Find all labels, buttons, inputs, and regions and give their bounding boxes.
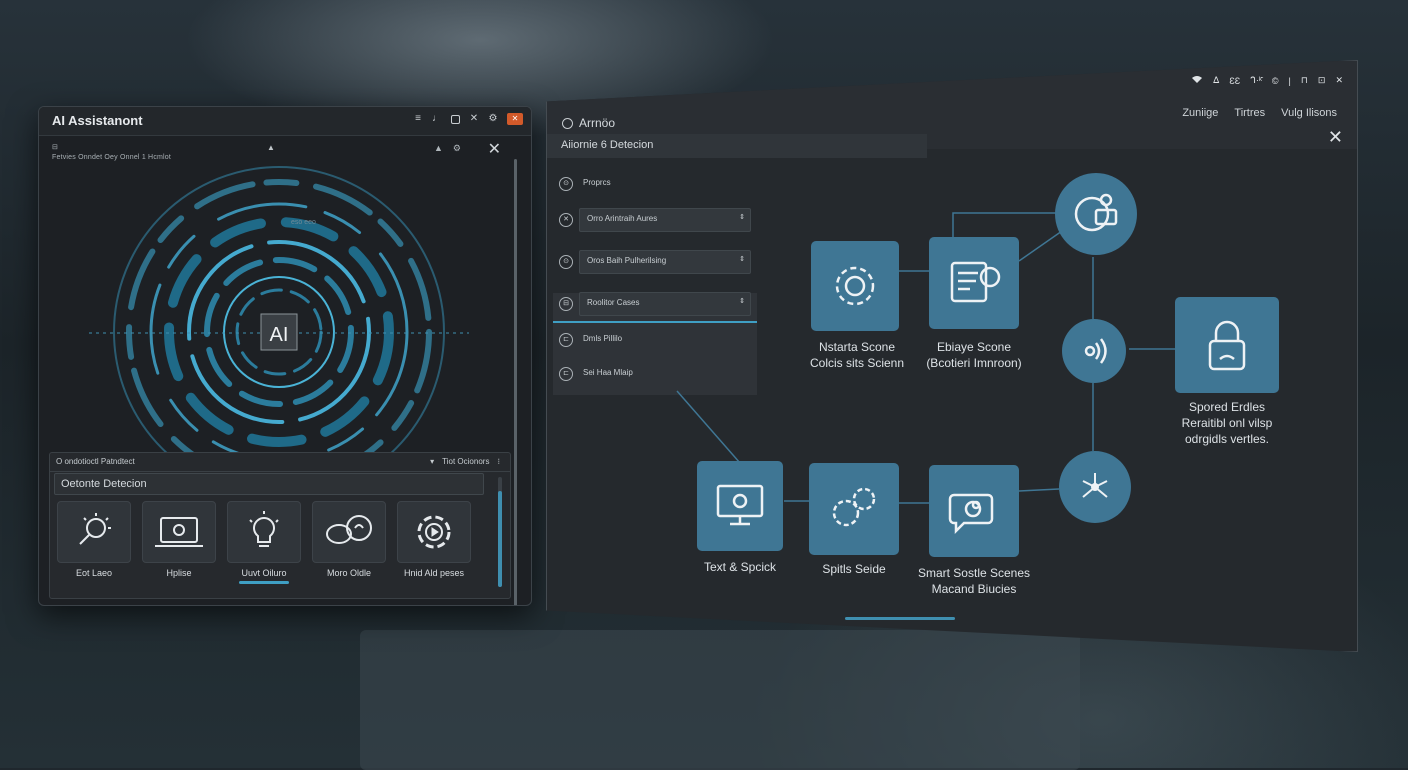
node-label-text: Nstarta Scone Colcis sits Scienn	[809, 340, 905, 370]
node-label-text: Text & Spcick	[703, 560, 777, 574]
chat-bubble-icon	[948, 493, 994, 535]
node-network[interactable]	[1059, 451, 1131, 523]
active-indicator	[239, 581, 289, 584]
detection-title-bar: Oetonte Detecion	[54, 473, 484, 495]
node-monitor[interactable]	[697, 461, 783, 551]
detection-header-actions: ▾ Tiot Ocionors ⁝	[430, 457, 500, 466]
window-title: AI Assistanont	[52, 113, 143, 128]
title-bar: AI Assistanont ≡ ♩ ✕ ⚙ ✕	[39, 107, 531, 136]
gear-play-icon	[397, 501, 471, 563]
node-audio[interactable]	[1062, 319, 1126, 383]
node-label: Spored Erdles Reraitibl onl vilsp odrgid…	[1147, 399, 1307, 447]
node-label: Spitls Seide	[794, 561, 914, 577]
radial-rings: AI	[89, 166, 469, 498]
gear-icon	[835, 266, 875, 306]
node-label-text: Smart Sostle Scenes Macand Biucies	[917, 566, 1031, 596]
scroll-thumb[interactable]	[498, 491, 502, 587]
settings-icon[interactable]: ⚙	[488, 114, 498, 124]
detection-header-link[interactable]: Tiot Ocionors	[442, 457, 489, 466]
collapse-icon[interactable]: ▲	[267, 143, 275, 152]
node-lock[interactable]	[1175, 297, 1279, 393]
chat-bubbles-icon	[312, 501, 386, 563]
mini-controls: ▲ ⚙	[434, 143, 461, 154]
node-label-text: Spitls Seide	[822, 562, 886, 576]
tile-label: Uuvt Oiluro	[241, 568, 287, 578]
node-label: Nstarta Scone Colcis sits Scienn	[797, 339, 917, 371]
gear-icon[interactable]: ⚙	[453, 143, 461, 154]
background-shape	[360, 630, 1080, 770]
node-label: Text & Spcick	[677, 559, 803, 575]
filter-icon[interactable]: ▾	[430, 457, 434, 466]
tile-3[interactable]: Moro Oldle	[312, 501, 386, 584]
document-chat-icon	[950, 261, 1001, 303]
bulb-search-icon	[57, 501, 131, 563]
lightbulb-icon	[227, 501, 301, 563]
node-label: Smart Sostle Scenes Macand Biucies	[897, 565, 1051, 597]
tile-label: Eot Laeo	[75, 568, 113, 578]
node-chat[interactable]	[929, 465, 1019, 557]
network-icon	[1082, 473, 1108, 498]
detection-title: Oetonte Detecion	[61, 478, 147, 490]
node-label-text: Spored Erdles Reraitibl onl vilsp odrgid…	[1181, 400, 1273, 446]
tile-label: Moro Oldle	[326, 568, 371, 578]
monitor-icon	[716, 484, 764, 526]
target-camera-icon	[1074, 193, 1118, 232]
link-icon[interactable]: ⊟	[52, 143, 58, 151]
node-document[interactable]	[929, 237, 1019, 329]
scrollbar[interactable]	[514, 159, 517, 605]
detection-header-label: O ondotioctl Patndtect	[56, 457, 135, 466]
ai-center-label: AI	[270, 324, 289, 346]
more-icon[interactable]: ⁝	[497, 457, 500, 466]
audio-wave-icon	[1084, 338, 1107, 364]
radial-caption: eso eeo	[291, 219, 316, 226]
node-gear[interactable]	[811, 241, 899, 331]
up-icon[interactable]: ▲	[434, 143, 443, 154]
tile-label: Hnid Ald peses	[403, 568, 465, 578]
laptop-icon	[142, 501, 216, 563]
tile-label: Hplise	[166, 568, 192, 578]
node-gears[interactable]	[809, 463, 899, 555]
note-icon[interactable]: ♩	[432, 114, 442, 124]
maximize-icon[interactable]	[451, 114, 460, 124]
gears-icon	[832, 487, 876, 527]
tile-0[interactable]: Eot Laeo	[57, 501, 131, 584]
tools-icon[interactable]: ✕	[469, 114, 479, 124]
ai-assistant-window: AI Assistanont ≡ ♩ ✕ ⚙ ✕ ⊟ Fetvies Onnde…	[38, 106, 532, 606]
detection-header: O ondotioctl Patndtect ▾ Tiot Ocionors ⁝	[50, 453, 510, 472]
detection-tiles: Eot Laeo Hplise Uuvt Oiluro Moro Oldle H…	[57, 501, 471, 584]
tile-4[interactable]: Hnid Ald peses	[397, 501, 471, 584]
menu-icon[interactable]: ≡	[413, 114, 423, 124]
bottom-scroll-thumb[interactable]	[845, 617, 955, 620]
detection-scrollbar[interactable]	[498, 477, 502, 587]
tile-1[interactable]: Hplise	[142, 501, 216, 584]
node-target[interactable]	[1055, 173, 1137, 255]
ai-radial-visual: AI eso eeo	[69, 157, 509, 498]
automation-detection-window: Arrnöo ᐃ ƐƐ ᒉ·ᵏ̄ © | ⊓ ⊡ ✕ Zuniige Tirtr…	[546, 60, 1358, 652]
tile-2[interactable]: Uuvt Oiluro	[227, 501, 301, 584]
close-icon[interactable]: ✕	[488, 139, 501, 159]
detection-panel: O ondotioctl Patndtect ▾ Tiot Ocionors ⁝…	[49, 452, 511, 599]
close-window-button[interactable]: ✕	[507, 113, 523, 125]
lock-icon	[1208, 320, 1246, 371]
window-controls: ≡ ♩ ✕ ⚙ ✕	[413, 113, 523, 125]
node-label: Ebiaye Scone (Bcotieri Imnroon)	[909, 339, 1039, 371]
node-label-text: Ebiaye Scone (Bcotieri Imnroon)	[926, 340, 1022, 370]
